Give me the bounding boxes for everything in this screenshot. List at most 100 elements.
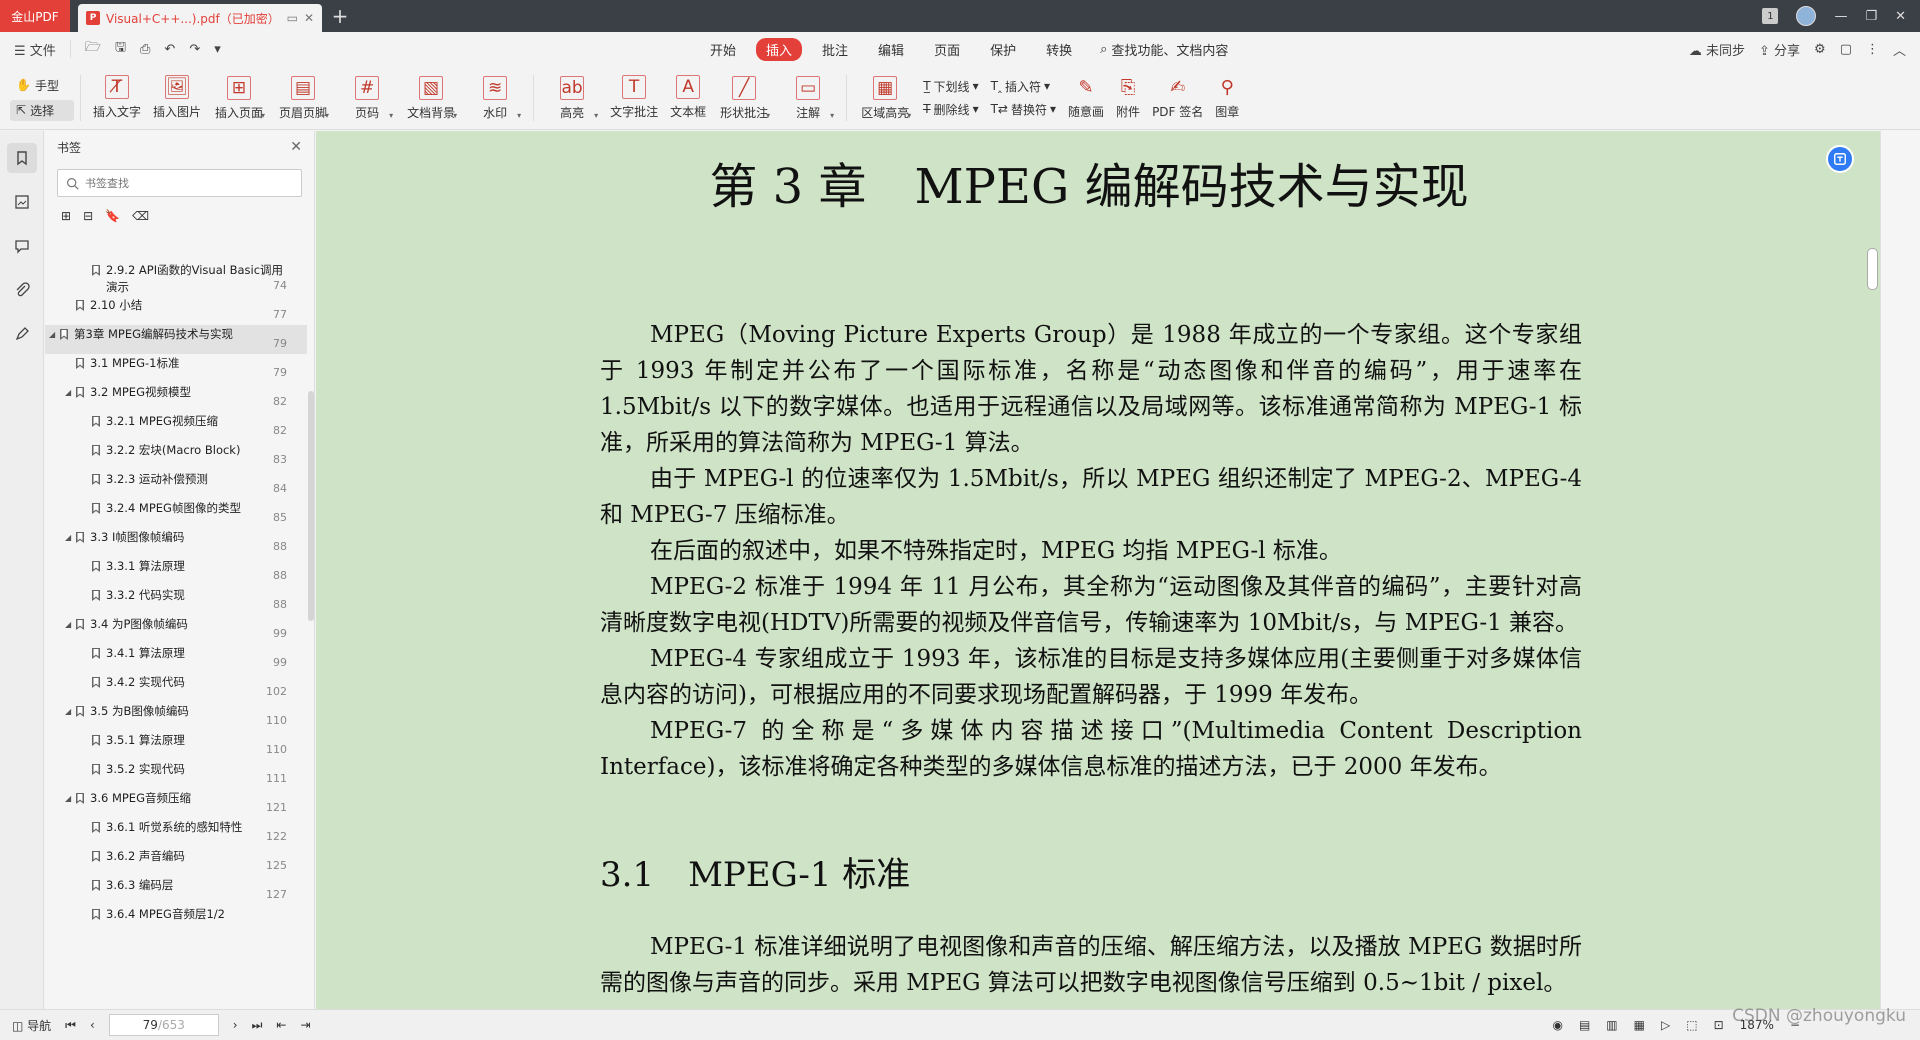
bookmark-item[interactable]: 3.2.4 MPEG帧图像的类型 85 xyxy=(45,499,307,528)
bookmark-item[interactable]: 2.9.2 API函数的Visual Basic调用演示 74 xyxy=(45,261,307,296)
more-icon[interactable]: ⋮ xyxy=(1866,42,1879,57)
document-viewer[interactable]: 第 3 章 MPEG 编解码技术与实现 MPEG（Moving Picture … xyxy=(316,131,1920,1009)
app-brand-tab[interactable]: 金山PDF xyxy=(0,0,70,32)
eye-protection-icon[interactable]: ◉ xyxy=(1552,1018,1562,1032)
bookmark-item[interactable]: 3.5.1 算法原理 110 xyxy=(45,731,307,760)
expand-toggle-icon[interactable]: ◢ xyxy=(49,325,59,354)
watermark-button[interactable]: ≋ 水印 ▾ xyxy=(463,75,527,120)
attachment-panel-button[interactable] xyxy=(7,275,37,305)
tab-2[interactable]: 批注 xyxy=(812,38,858,61)
quick-access-dropdown-icon[interactable]: ▾ xyxy=(214,42,221,57)
note-button[interactable]: ▭ 注解 ▾ xyxy=(776,75,840,120)
panel-scrollbar[interactable] xyxy=(308,391,314,621)
bookmark-item[interactable]: ◢ 3.6 MPEG音频压缩 121 xyxy=(45,789,307,818)
bookmark-item[interactable]: 3.6.4 MPEG音频层1/2 xyxy=(45,905,307,934)
save-icon[interactable]: 🖫 xyxy=(115,38,126,60)
two-page-icon[interactable]: ▦ xyxy=(1634,1018,1645,1032)
redo-icon[interactable]: ↷ xyxy=(189,42,200,57)
bookmark-item[interactable]: 3.2.3 运动补偿预测 84 xyxy=(45,470,307,499)
underline-button[interactable]: T̲ 下划线 ▾ xyxy=(923,78,978,95)
area-highlight-button[interactable]: ▦ 区域高亮 ▾ xyxy=(853,75,917,120)
expand-all-icon[interactable]: ⊞ xyxy=(61,209,71,223)
bookmark-item[interactable]: ◢ 3.3 I帧图像帧编码 88 xyxy=(45,528,307,557)
tab-close-icon[interactable]: ✕ xyxy=(304,11,314,25)
prev-page-icon[interactable]: ‹ xyxy=(90,1018,95,1032)
bookmark-item[interactable]: ◢ 3.4 为P图像帧编码 99 xyxy=(45,615,307,644)
play-icon[interactable]: ▷ xyxy=(1661,1018,1670,1032)
comment-panel-button[interactable] xyxy=(7,231,37,261)
signature-panel-button[interactable] xyxy=(7,319,37,349)
collapse-ribbon-icon[interactable]: ︿ xyxy=(1893,40,1906,59)
add-bookmark-icon[interactable]: 🔖 xyxy=(105,209,120,223)
expand-toggle-icon[interactable]: ◢ xyxy=(65,383,75,412)
undo-icon[interactable]: ↶ xyxy=(164,42,175,57)
bookmark-item[interactable]: 3.5.2 实现代码 111 xyxy=(45,760,307,789)
function-search[interactable]: ⌕ 查找功能、文档内容 xyxy=(1100,40,1228,59)
delete-bookmark-icon[interactable]: ⌫ xyxy=(132,209,149,223)
tab-5[interactable]: 保护 xyxy=(980,38,1026,61)
bookmark-item[interactable]: 3.6.3 编码层 127 xyxy=(45,876,307,905)
expand-toggle-icon[interactable]: ◢ xyxy=(65,528,75,557)
open-folder-icon[interactable]: 🗁 xyxy=(85,38,101,60)
tab-4[interactable]: 页面 xyxy=(924,38,970,61)
page-number-button[interactable]: # 页码 ▾ xyxy=(335,75,399,120)
panel-close-icon[interactable]: ✕ xyxy=(290,139,302,155)
bookmark-item[interactable]: 3.4.1 算法原理 99 xyxy=(45,644,307,673)
bookmark-item[interactable]: 3.6.1 听觉系统的感知特性 122 xyxy=(45,818,307,847)
back-icon[interactable]: ⇤ xyxy=(276,1018,286,1032)
text-annotation-button[interactable]: T 文字批注 xyxy=(604,75,664,120)
vertical-scrollbar[interactable] xyxy=(1864,131,1880,1009)
bookmark-item[interactable]: 2.10 小结 77 xyxy=(45,296,307,325)
message-icon[interactable]: ▢ xyxy=(1840,42,1852,57)
document-background-button[interactable]: ▧ 文档背景 ▾ xyxy=(399,75,463,120)
insert-text-button[interactable]: T̸ 插入文字 xyxy=(87,75,147,120)
forward-icon[interactable]: ⇥ xyxy=(300,1018,310,1032)
textbox-button[interactable]: A 文本框 xyxy=(664,75,712,120)
tab-0[interactable]: 开始 xyxy=(700,38,746,61)
next-page-icon[interactable]: › xyxy=(233,1018,238,1032)
bookmark-item[interactable]: 3.1 MPEG-1标准 79 xyxy=(45,354,307,383)
expand-toggle-icon[interactable]: ◢ xyxy=(65,615,75,644)
hand-tool-button[interactable]: ✋ 手型 xyxy=(10,75,74,96)
highlight-button[interactable]: ab 高亮 ▾ xyxy=(540,75,604,120)
expand-toggle-icon[interactable]: ◢ xyxy=(65,702,75,731)
thumbnail-panel-button[interactable] xyxy=(7,187,37,217)
insert-caret-button[interactable]: T‸ 插入符 ▾ xyxy=(991,78,1056,95)
fit-page-icon[interactable]: ⊡ xyxy=(1714,1018,1724,1032)
pdf-signature-button[interactable]: ✍ PDF 签名 xyxy=(1146,75,1209,120)
insert-page-button[interactable]: ⊞ 插入页面 ▾ xyxy=(207,75,271,120)
bookmark-item[interactable]: 3.6.2 声音编码 125 xyxy=(45,847,307,876)
tab-restore-icon[interactable]: ▭ xyxy=(287,11,298,25)
header-footer-button[interactable]: ▤ 页眉页脚 ▾ xyxy=(271,75,335,120)
stamp-button[interactable]: ⚲ 图章 xyxy=(1209,75,1245,120)
bookmark-search[interactable] xyxy=(57,169,302,197)
bookmark-item[interactable]: ◢ 第3章 MPEG编解码技术与实现 79 xyxy=(45,325,307,354)
bookmark-item[interactable]: 3.3.1 算法原理 88 xyxy=(45,557,307,586)
sync-button[interactable]: ☁ 未同步 xyxy=(1689,40,1745,59)
close-window-icon[interactable]: ✕ xyxy=(1895,9,1906,24)
shape-annotation-button[interactable]: ╱ 形状批注 ▾ xyxy=(712,75,776,120)
avatar[interactable] xyxy=(1796,6,1817,26)
insert-image-button[interactable]: 🖼 插入图片 xyxy=(147,75,207,120)
freehand-draw-button[interactable]: ✎ 随意画 xyxy=(1062,75,1110,120)
strikethrough-button[interactable]: T̶ 删除线 ▾ xyxy=(923,101,978,118)
document-tab[interactable]: P Visual+C++...).pdf（已加密） ▭ ✕ xyxy=(78,4,322,32)
bookmark-search-input[interactable] xyxy=(85,176,285,190)
floating-action-button[interactable] xyxy=(1826,145,1854,173)
share-button[interactable]: ⇪ 分享 xyxy=(1759,40,1800,59)
attachment-button[interactable]: ⎘ 附件 xyxy=(1110,75,1146,120)
bookmark-item[interactable]: 3.2.2 宏块(Macro Block) 83 xyxy=(45,441,307,470)
single-page-icon[interactable]: ▤ xyxy=(1579,1018,1590,1032)
window-count-badge[interactable]: 1 xyxy=(1762,8,1779,24)
scrollbar-thumb[interactable] xyxy=(1867,248,1878,290)
bookmark-item[interactable]: ◢ 3.2 MPEG视频模型 82 xyxy=(45,383,307,412)
tab-3[interactable]: 编辑 xyxy=(868,38,914,61)
continuous-page-icon[interactable]: ▥ xyxy=(1606,1018,1617,1032)
select-tool-button[interactable]: ⇱ 选择 xyxy=(10,99,74,121)
print-icon[interactable]: ⎙ xyxy=(140,42,150,57)
first-page-icon[interactable]: ⏮ xyxy=(65,1018,76,1033)
tab-6[interactable]: 转换 xyxy=(1036,38,1082,61)
replace-caret-button[interactable]: T⇄ 替换符 ▾ xyxy=(991,101,1056,118)
settings-icon[interactable]: ⚙ xyxy=(1814,42,1826,57)
expand-toggle-icon[interactable]: ◢ xyxy=(65,789,75,818)
